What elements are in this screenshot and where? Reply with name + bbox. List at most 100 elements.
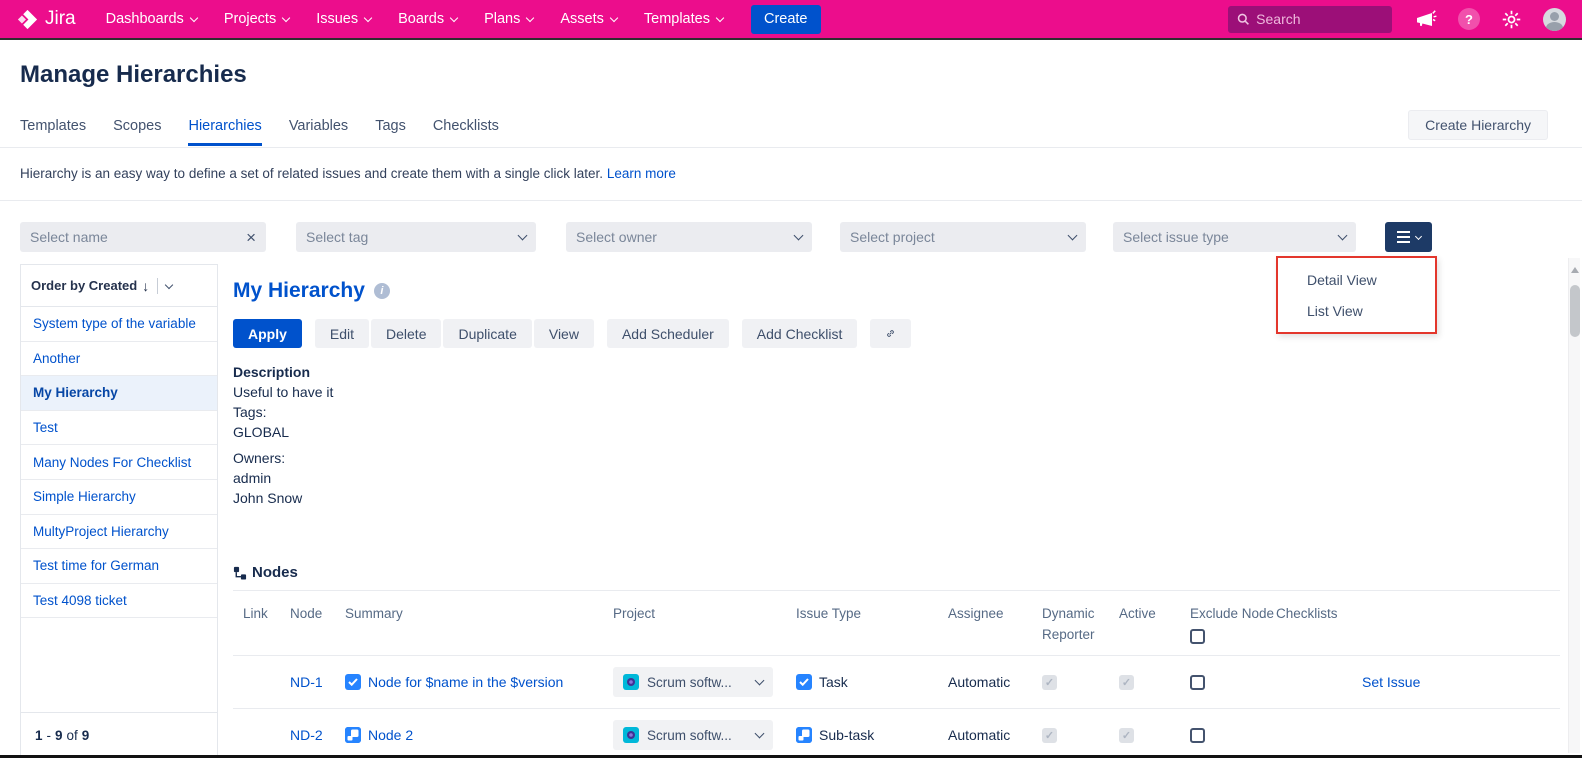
nav-item-assets[interactable]: Assets	[560, 11, 617, 27]
chevron-down-icon	[716, 13, 724, 21]
vertical-scrollbar[interactable]	[1568, 258, 1580, 753]
search-input[interactable]	[1256, 11, 1383, 27]
tags-label: Tags:	[233, 402, 1560, 422]
node-summary-link[interactable]: Node 2	[368, 727, 413, 743]
active-checkbox: ✓	[1119, 675, 1134, 690]
exclude-all-checkbox[interactable]	[1190, 629, 1205, 644]
megaphone-icon[interactable]	[1413, 7, 1437, 31]
sidebar-item[interactable]: Test	[21, 411, 217, 446]
sidebar-item[interactable]: Test 4098 ticket	[21, 584, 217, 619]
node-summary-link[interactable]: Node for $name in the $version	[368, 674, 563, 690]
node-row: ND-2 Node 2 Scrum softw...	[233, 709, 1560, 758]
delete-button[interactable]: Delete	[371, 319, 441, 348]
nav-menu: Dashboards Projects Issues Boards Plans …	[106, 11, 723, 27]
divider	[0, 200, 1582, 201]
select-owner-filter[interactable]: Select owner	[566, 222, 812, 252]
link-icon	[885, 325, 896, 342]
sidebar-item[interactable]: Another	[21, 342, 217, 377]
column-header-active: Active	[1119, 603, 1190, 645]
hamburger-icon	[1397, 231, 1410, 243]
top-navigation: Jira Dashboards Projects Issues Boards P…	[0, 0, 1582, 40]
nav-item-templates[interactable]: Templates	[644, 11, 723, 27]
gear-icon[interactable]	[1501, 9, 1522, 30]
chevron-down-icon	[610, 13, 618, 21]
subtask-type-icon	[345, 727, 361, 743]
add-checklist-button[interactable]: Add Checklist	[742, 319, 858, 348]
nav-item-dashboards[interactable]: Dashboards	[106, 11, 197, 27]
subtask-type-icon	[796, 727, 812, 743]
add-scheduler-button[interactable]: Add Scheduler	[607, 319, 729, 348]
sidebar-item-selected[interactable]: My Hierarchy	[21, 376, 217, 411]
set-issue-link[interactable]: Set Issue	[1362, 674, 1420, 690]
description-label: Description	[233, 362, 1560, 382]
tab-templates[interactable]: Templates	[20, 118, 86, 146]
exclude-node-checkbox[interactable]	[1190, 675, 1205, 690]
clear-icon[interactable]: ×	[246, 229, 256, 246]
create-hierarchy-button[interactable]: Create Hierarchy	[1408, 110, 1548, 140]
select-name-filter[interactable]: ×	[20, 222, 266, 252]
sidebar-item[interactable]: Many Nodes For Checklist	[21, 445, 217, 480]
owners-label: Owners:	[233, 448, 1560, 468]
nav-item-issues[interactable]: Issues	[316, 11, 371, 27]
nav-item-plans[interactable]: Plans	[484, 11, 533, 27]
info-icon[interactable]: i	[374, 283, 390, 299]
nodes-heading: Nodes	[233, 564, 1560, 581]
tags-value: GLOBAL	[233, 422, 1560, 442]
action-button-group: Edit Delete Duplicate View	[315, 319, 594, 348]
view-options-button[interactable]	[1385, 222, 1432, 252]
column-header-link: Link	[243, 603, 290, 645]
column-header-checklists: Checklists	[1276, 603, 1560, 645]
copy-link-button[interactable]	[870, 319, 911, 348]
order-by-header[interactable]: Order by Created ↓	[21, 265, 217, 307]
duplicate-button[interactable]: Duplicate	[443, 319, 531, 348]
nav-item-boards[interactable]: Boards	[398, 11, 457, 27]
nav-item-projects[interactable]: Projects	[224, 11, 289, 27]
sort-descending-icon[interactable]: ↓	[142, 278, 149, 294]
task-type-icon	[345, 674, 361, 690]
menu-item-detail-view[interactable]: Detail View	[1278, 264, 1435, 295]
global-search[interactable]	[1228, 6, 1392, 33]
sidebar-item[interactable]: MultyProject Hierarchy	[21, 515, 217, 550]
node-id-link[interactable]: ND-1	[290, 674, 323, 690]
brand-name: Jira	[45, 8, 76, 30]
owner-value: admin	[233, 468, 1560, 488]
select-issue-type-filter[interactable]: Select issue type	[1113, 222, 1356, 252]
learn-more-link[interactable]: Learn more	[607, 166, 676, 181]
node-row: ND-1 Node for $name in the $version Scru…	[233, 656, 1560, 709]
chevron-down-icon	[450, 13, 458, 21]
menu-item-list-view[interactable]: List View	[1278, 295, 1435, 326]
user-avatar[interactable]	[1543, 8, 1566, 31]
scrollbar-thumb[interactable]	[1570, 285, 1580, 337]
project-select[interactable]: Scrum softw...	[613, 667, 773, 697]
view-button[interactable]: View	[534, 319, 594, 348]
select-tag-filter[interactable]: Select tag	[296, 222, 536, 252]
search-icon	[1237, 12, 1249, 26]
issue-type-label: Task	[819, 674, 848, 690]
sidebar-item[interactable]: Test time for German	[21, 549, 217, 584]
apply-button[interactable]: Apply	[233, 319, 302, 348]
sidebar-item[interactable]: System type of the variable	[21, 307, 217, 342]
create-button[interactable]: Create	[751, 5, 821, 34]
tab-tags[interactable]: Tags	[375, 118, 406, 146]
scroll-up-arrow-icon[interactable]	[1571, 267, 1579, 273]
tab-checklists[interactable]: Checklists	[433, 118, 499, 146]
chevron-down-icon	[518, 230, 528, 240]
tab-hierarchies[interactable]: Hierarchies	[188, 118, 261, 146]
select-project-filter[interactable]: Select project	[840, 222, 1086, 252]
tab-variables[interactable]: Variables	[289, 118, 348, 146]
project-select[interactable]: Scrum softw...	[613, 720, 773, 750]
node-id-link[interactable]: ND-2	[290, 727, 323, 743]
name-filter-input[interactable]	[30, 229, 246, 245]
chevron-down-icon[interactable]	[165, 280, 173, 288]
sidebar-item[interactable]: Simple Hierarchy	[21, 480, 217, 515]
column-header-exclude-node: Exclude Node	[1190, 603, 1276, 645]
tab-scopes[interactable]: Scopes	[113, 118, 161, 146]
help-icon[interactable]: ?	[1458, 8, 1480, 30]
issue-type-label: Sub-task	[819, 727, 874, 743]
edit-button[interactable]: Edit	[315, 319, 369, 348]
column-header-project: Project	[613, 603, 796, 645]
jira-logo[interactable]: Jira	[16, 8, 76, 31]
divider	[157, 278, 158, 294]
exclude-node-checkbox[interactable]	[1190, 728, 1205, 743]
nav-utilities: ?	[1228, 6, 1566, 33]
